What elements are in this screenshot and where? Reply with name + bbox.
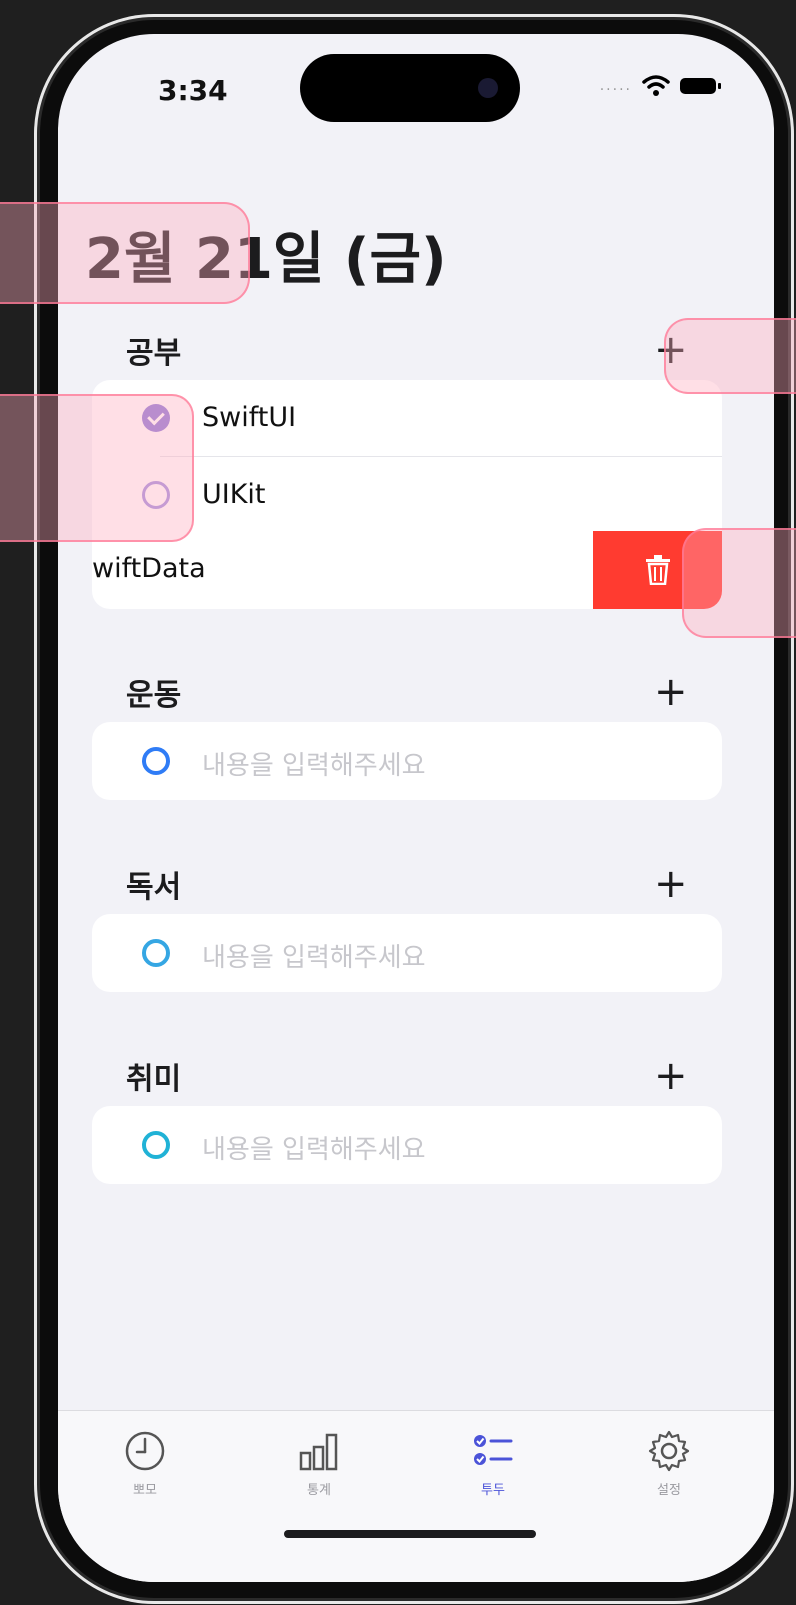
section-header-study: 공부 (126, 336, 182, 371)
new-todo-input[interactable]: 내용을 입력해주세요 (202, 1129, 426, 1166)
empty-circle-icon[interactable] (142, 939, 170, 967)
reading-card: 내용을 입력해주세요 (92, 914, 722, 992)
tab-label: 설정 (657, 1483, 681, 1498)
timer-icon (125, 1431, 165, 1471)
status-time: 3:34 (158, 74, 228, 107)
dynamic-island (300, 54, 520, 122)
home-indicator (284, 1530, 536, 1538)
tab-label: 통계 (307, 1483, 331, 1498)
swiped-todo-row[interactable]: wiftData (92, 531, 722, 609)
tab-label: 뽀모 (133, 1483, 157, 1498)
bar-chart-icon (299, 1433, 338, 1471)
highlight-box (664, 318, 796, 394)
gear-icon (648, 1430, 690, 1472)
wifi-icon (642, 75, 670, 96)
exercise-card: 내용을 입력해주세요 (92, 722, 722, 800)
section-header-reading: 독서 (126, 870, 182, 905)
todo-label: SwiftUI (202, 402, 297, 433)
checklist-icon (474, 1435, 513, 1465)
empty-circle-icon[interactable] (142, 747, 170, 775)
todo-label: UIKit (202, 479, 266, 510)
tab-settings[interactable]: 설정 (614, 1429, 724, 1498)
section-header-hobby: 취미 (126, 1062, 182, 1097)
hobby-card: 내용을 입력해주세요 (92, 1106, 722, 1184)
highlight-box (0, 394, 194, 542)
todo-label: wiftData (92, 553, 206, 584)
new-todo-row[interactable]: 내용을 입력해주세요 (92, 1106, 722, 1182)
tab-pomodoro[interactable]: 뽀모 (90, 1429, 200, 1498)
battery-icon (680, 78, 721, 94)
tab-bar: 뽀모 통계 투두 설정 (58, 1410, 774, 1582)
trash-icon (645, 555, 670, 585)
highlight-box (682, 528, 796, 638)
add-exercise-button[interactable]: + (654, 672, 688, 712)
tab-label: 투두 (481, 1483, 505, 1498)
new-todo-input[interactable]: 내용을 입력해주세요 (202, 937, 426, 974)
tab-stats[interactable]: 통계 (264, 1429, 374, 1498)
signal-icon: ..... (599, 78, 632, 94)
status-indicators: ..... (599, 74, 721, 98)
tab-todo[interactable]: 투두 (438, 1429, 548, 1498)
new-todo-row[interactable]: 내용을 입력해주세요 (92, 722, 722, 798)
add-reading-button[interactable]: + (654, 864, 688, 904)
new-todo-row[interactable]: 내용을 입력해주세요 (92, 914, 722, 990)
empty-circle-icon[interactable] (142, 1131, 170, 1159)
highlight-box (0, 202, 250, 304)
new-todo-input[interactable]: 내용을 입력해주세요 (202, 745, 426, 782)
add-hobby-button[interactable]: + (654, 1056, 688, 1096)
section-header-exercise: 운동 (126, 678, 182, 713)
camera-icon (478, 78, 498, 98)
